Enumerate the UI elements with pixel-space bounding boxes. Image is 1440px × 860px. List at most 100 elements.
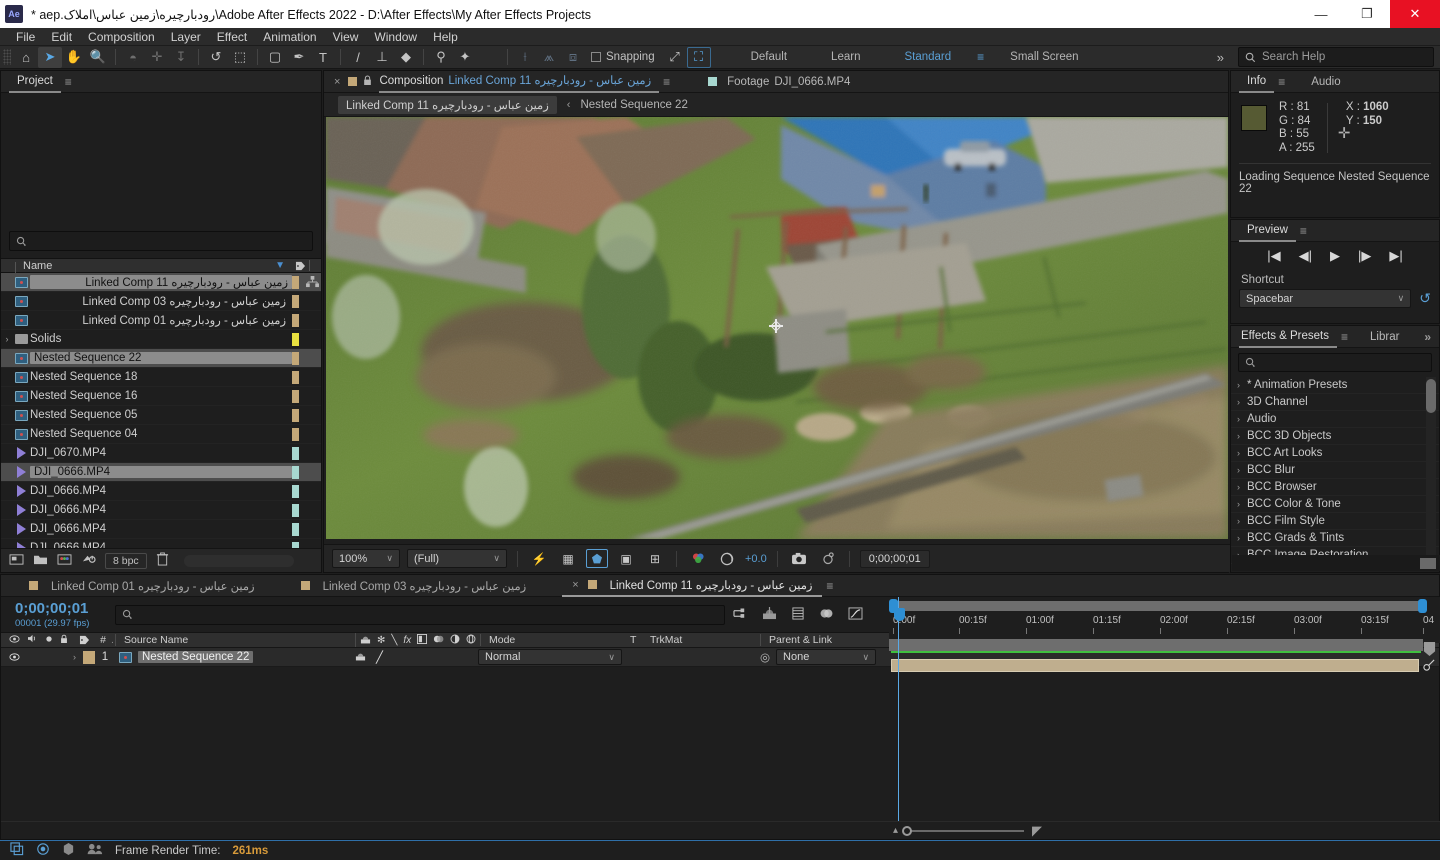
collaborate-icon[interactable]	[87, 843, 103, 858]
label-color-swatch[interactable]	[292, 332, 299, 346]
unified-camera-tool-icon[interactable]: ⟊	[513, 47, 537, 68]
list-item[interactable]: DJI_0666.MP4	[1, 501, 321, 520]
close-button[interactable]: ✕	[1390, 0, 1440, 28]
project-settings-icon[interactable]	[57, 553, 72, 569]
layer-visibility-toggle[interactable]	[1, 653, 73, 661]
list-item[interactable]: › BCC Film Style	[1231, 513, 1439, 530]
tab-audio[interactable]: Audio	[1303, 71, 1348, 93]
t-column-header[interactable]: T	[630, 634, 650, 646]
close-tab-icon[interactable]: ×	[572, 579, 578, 591]
video-frame[interactable]	[326, 117, 1228, 539]
effects-overflow-icon[interactable]: »	[1420, 330, 1435, 344]
zoom-slider-knob[interactable]	[902, 825, 913, 836]
minimize-button[interactable]: —	[1298, 0, 1344, 28]
disclosure-arrow-icon[interactable]: ›	[1237, 516, 1240, 526]
list-item[interactable]: Nested Sequence 22	[1, 349, 321, 368]
snapshot-icon[interactable]	[788, 549, 810, 568]
transform-box-icon[interactable]: ⛶	[686, 46, 711, 68]
toggle-mask-icon[interactable]: ⬟	[586, 549, 608, 568]
shy-icon[interactable]	[355, 650, 366, 664]
menu-composition[interactable]: Composition	[80, 28, 163, 46]
grid-guides-icon[interactable]: ⊞	[644, 549, 666, 568]
roto-brush-tool-icon[interactable]: ⬚	[228, 47, 252, 68]
label-color-swatch[interactable]	[292, 389, 299, 403]
list-item[interactable]: › BCC Blur	[1231, 462, 1439, 479]
list-item[interactable]: DJI_0666.MP4	[1, 520, 321, 539]
maximize-button[interactable]: ❐	[1344, 0, 1390, 28]
layer-label-swatch[interactable]	[83, 650, 95, 664]
menu-window[interactable]: Window	[366, 28, 425, 46]
workspace-default[interactable]: Default	[729, 51, 809, 63]
eye-icon[interactable]	[9, 634, 20, 646]
new-folder-icon[interactable]	[33, 553, 48, 569]
snapping-control[interactable]: Snapping	[591, 51, 655, 63]
tab-composition[interactable]: Composition زمین عباس - رودبارچیره Linke…	[379, 71, 660, 93]
tab-footage[interactable]: Footage DJI_0666.MP4	[723, 71, 858, 93]
menu-edit[interactable]: Edit	[43, 28, 80, 46]
list-item[interactable]: زمین عباس - رودبارچیره Linked Comp 03	[1, 292, 321, 311]
disclosure-arrow-icon[interactable]: ›	[1237, 414, 1240, 424]
column-resize-handle[interactable]	[309, 260, 321, 271]
label-color-swatch[interactable]	[292, 294, 299, 308]
puppet-starch-tool-icon[interactable]: ✦	[453, 47, 477, 68]
list-item[interactable]: زمین عباس - رودبارچیره Linked Comp 01	[1, 311, 321, 330]
reset-icon[interactable]: ↺	[1419, 290, 1431, 307]
project-search-input[interactable]	[9, 231, 313, 251]
label-color-swatch[interactable]	[292, 503, 299, 517]
transparency-grid-icon[interactable]: ▦	[557, 549, 579, 568]
parent-dropdown[interactable]: None ∨	[776, 649, 877, 665]
index-column-header[interactable]: #	[95, 634, 111, 646]
quality-icon[interactable]: ╲	[391, 635, 397, 646]
label-color-swatch[interactable]	[292, 351, 299, 365]
zoom-slider-track[interactable]	[902, 825, 1025, 836]
render-icon[interactable]	[62, 842, 75, 859]
pickwhip-icon[interactable]: ◎	[760, 650, 770, 664]
work-area-marker-icon[interactable]	[1423, 641, 1436, 660]
resolution-dropdown[interactable]: (Full) ∨	[407, 549, 507, 568]
selection-tool-icon[interactable]: ➤	[38, 46, 62, 68]
sort-indicator-icon[interactable]: ▼	[275, 260, 285, 271]
label-color-swatch[interactable]	[292, 313, 299, 327]
info-panel-menu-icon[interactable]: ≡	[1274, 75, 1289, 89]
audio-icon[interactable]	[27, 634, 38, 646]
search-help-field[interactable]: Search Help	[1238, 47, 1434, 67]
label-color-swatch[interactable]	[292, 465, 299, 479]
menu-animation[interactable]: Animation	[255, 28, 324, 46]
disclosure-arrow-icon[interactable]: ›	[1237, 397, 1240, 407]
new-comp-icon[interactable]	[9, 553, 24, 569]
shortcut-dropdown[interactable]: Spacebar ∨	[1239, 289, 1412, 308]
first-frame-button[interactable]: |◀	[1267, 248, 1280, 264]
orbit-tool-icon[interactable]: ◓	[121, 47, 145, 68]
timeline-current-time-block[interactable]: 0;00;00;01 00001 (29.97 fps)	[1, 601, 101, 629]
list-item[interactable]: › BCC Color & Tone	[1231, 496, 1439, 513]
mode-column-header[interactable]: Mode	[480, 634, 630, 646]
shy-icon[interactable]	[360, 633, 371, 647]
mode-dropdown[interactable]: Normal ∨	[478, 649, 622, 665]
list-item[interactable]: › * Animation Presets	[1231, 377, 1439, 394]
effects-search-input[interactable]	[1238, 353, 1432, 372]
breadcrumb-next[interactable]: Nested Sequence 22	[580, 99, 687, 111]
zoom-tool-icon[interactable]: 🔍	[86, 47, 110, 68]
menu-layer[interactable]: Layer	[163, 28, 209, 46]
motion-blur-icon[interactable]	[433, 634, 444, 647]
label-color-swatch[interactable]	[292, 484, 299, 498]
orbit-camera-tool-icon[interactable]: ⩕	[537, 47, 561, 68]
disclosure-arrow-icon[interactable]: ›	[1237, 431, 1240, 441]
color-depth-icon[interactable]	[81, 553, 96, 569]
lock-icon[interactable]	[60, 634, 68, 647]
layer-expand-arrow-icon[interactable]: ›	[73, 652, 83, 662]
list-item[interactable]: DJI_0666.MP4	[1, 482, 321, 501]
list-item[interactable]: Nested Sequence 05	[1, 406, 321, 425]
list-item[interactable]: › Solids	[1, 330, 321, 349]
type-tool-icon[interactable]: T	[311, 47, 335, 68]
list-item[interactable]: › 3D Channel	[1231, 394, 1439, 411]
play-button[interactable]: ▶	[1330, 248, 1340, 264]
pan-behind-tool-icon[interactable]: ✛	[145, 47, 169, 68]
previous-frame-button[interactable]: ◀|	[1299, 248, 1312, 264]
timeline-tab-comp-03[interactable]: زمین عباس - رودبارچیره Linked Comp 03	[291, 575, 537, 597]
disclosure-arrow-icon[interactable]: ›	[1237, 380, 1240, 390]
home-icon[interactable]: ⌂	[14, 47, 38, 68]
next-frame-button[interactable]: |▶	[1358, 248, 1371, 264]
rotation-tool-icon[interactable]: ↺	[204, 47, 228, 68]
preview-panel-menu-icon[interactable]: ≡	[1296, 224, 1311, 238]
